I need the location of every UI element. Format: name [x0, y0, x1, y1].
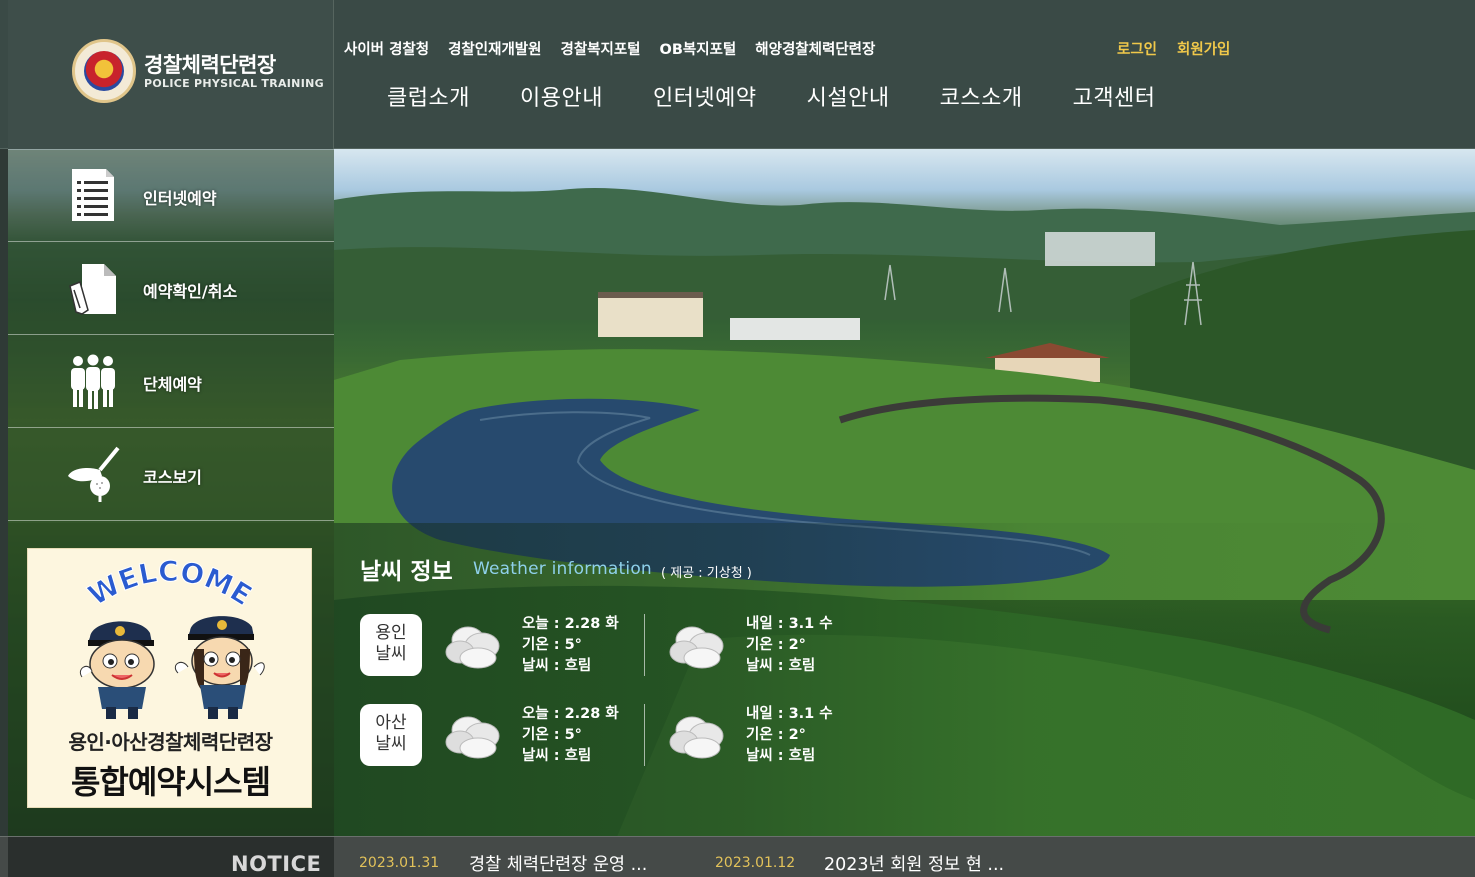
weather-row-asan: 아산 날씨 오늘 : 2.28 화 기온 : 5° 날씨 : 흐림 내일 : 3…	[360, 704, 880, 768]
cloudy-weather-icon	[445, 626, 500, 669]
top-link-coast-guard-training[interactable]: 해양경찰체력단련장	[755, 38, 875, 59]
quick-item-reservation-check[interactable]: 예약확인/취소	[8, 242, 334, 335]
login-link[interactable]: 로그인	[1117, 38, 1157, 59]
notice-title-link[interactable]: 2023년 회원 정보 현 ...	[824, 851, 1004, 876]
police-emblem-icon	[72, 39, 136, 103]
weather-row-yongin: 용인 날씨 오늘 : 2.28 화 기온 : 5° 날씨 : 흐림 내일 : 3…	[360, 614, 880, 678]
nav-usage-guide[interactable]: 이용안내	[520, 80, 603, 112]
today-condition: 날씨 : 흐림	[522, 748, 592, 764]
nav-internet-reservation[interactable]: 인터넷예약	[653, 80, 757, 112]
quick-item-label: 인터넷예약	[143, 189, 217, 208]
today-date: 오늘 : 2.28 화	[522, 706, 619, 722]
cloudy-weather-icon	[669, 626, 724, 669]
today-temp: 기온 : 5°	[522, 637, 582, 653]
today-condition: 날씨 : 흐림	[522, 658, 592, 674]
nav-club-intro[interactable]: 클럽소개	[387, 80, 470, 112]
nav-facility-guide[interactable]: 시설안내	[807, 80, 890, 112]
notice-date: 2023.01.12	[715, 855, 796, 871]
golf-club-icon	[68, 446, 120, 502]
today-temp: 기온 : 5°	[522, 727, 582, 743]
weather-divider	[644, 614, 645, 676]
tomorrow-temp: 기온 : 2°	[746, 637, 806, 653]
quick-item-group-reservation[interactable]: 단체예약	[8, 335, 334, 428]
city-badge: 용인 날씨	[360, 614, 422, 676]
top-link-ob-welfare-portal[interactable]: OB복지포털	[660, 38, 737, 59]
tomorrow-temp: 기온 : 2°	[746, 727, 806, 743]
group-icon	[71, 354, 115, 409]
weather-subtitle: Weather information	[473, 559, 652, 579]
signup-link[interactable]: 회원가입	[1177, 38, 1230, 59]
quick-item-course-view[interactable]: 코스보기	[8, 428, 334, 521]
document-icon	[72, 169, 114, 221]
logo-subtitle: POLICE PHYSICAL TRAINING	[144, 77, 324, 90]
main-navigation: 클럽소개 이용안내 인터넷예약 시설안내 코스소개 고객센터	[387, 80, 1156, 112]
top-link-cyber-police[interactable]: 사이버 경찰청	[344, 38, 429, 59]
weather-title: 날씨 정보	[360, 559, 453, 585]
welcome-line-2: 통합예약시스템	[70, 763, 271, 801]
weather-source: ( 제공 : 기상청 )	[661, 566, 752, 581]
notice-label-area: NOTICE	[8, 837, 334, 877]
logo-area[interactable]: 경찰체력단련장 POLICE PHYSICAL TRAINING	[8, 0, 334, 149]
weather-divider	[644, 704, 645, 766]
nav-course-intro[interactable]: 코스소개	[940, 80, 1023, 112]
welcome-line-1: 용인·아산경찰체력단련장	[68, 730, 274, 754]
notice-date: 2023.01.31	[359, 855, 440, 871]
welcome-banner[interactable]: WELCOME 용인·아산경찰체력단련장 통합예약시스템	[27, 548, 312, 808]
top-link-welfare-portal[interactable]: 경찰복지포털	[560, 38, 640, 59]
quick-item-internet-reservation[interactable]: 인터넷예약	[8, 149, 334, 242]
quick-item-label: 예약확인/취소	[143, 282, 238, 301]
auth-links: 로그인 회원가입	[1117, 38, 1230, 59]
quick-menu: 인터넷예약 예약확인/취소 단체예약 코스보기	[8, 149, 334, 523]
cloudy-weather-icon	[669, 716, 724, 759]
tomorrow-date: 내일 : 3.1 수	[746, 706, 833, 722]
tomorrow-condition: 날씨 : 흐림	[746, 658, 816, 674]
city-badge: 아산 날씨	[360, 704, 422, 766]
edit-document-icon	[69, 264, 116, 315]
police-mascots-illustration: WELCOME	[79, 554, 265, 719]
quick-item-label: 단체예약	[143, 375, 202, 394]
quick-item-label: 코스보기	[143, 468, 202, 487]
notice-title-link[interactable]: 경찰 체력단련장 운영 ...	[469, 851, 647, 876]
tomorrow-condition: 날씨 : 흐림	[746, 748, 816, 764]
svg-text:WELCOME: WELCOME	[83, 555, 258, 613]
tomorrow-date: 내일 : 3.1 수	[746, 616, 833, 632]
cloudy-weather-icon	[445, 716, 500, 759]
nav-customer-center[interactable]: 고객센터	[1073, 80, 1156, 112]
top-link-police-academy[interactable]: 경찰인재개발원	[448, 38, 541, 59]
left-edge-bar	[0, 149, 8, 877]
weather-panel: 날씨 정보 Weather information ( 제공 : 기상청 ) 용…	[334, 523, 1475, 836]
logo-title: 경찰체력단련장	[144, 53, 276, 77]
site-header: 경찰체력단련장 POLICE PHYSICAL TRAINING 사이버 경찰청…	[0, 0, 1475, 149]
notice-label[interactable]: NOTICE	[231, 852, 321, 876]
today-date: 오늘 : 2.28 화	[522, 616, 619, 632]
notice-bar: NOTICE 2023.01.31 경찰 체력단련장 운영 ... 2023.0…	[0, 836, 1475, 877]
top-links: 사이버 경찰청 경찰인재개발원 경찰복지포털 OB복지포털 해양경찰체력단련장	[344, 38, 875, 59]
